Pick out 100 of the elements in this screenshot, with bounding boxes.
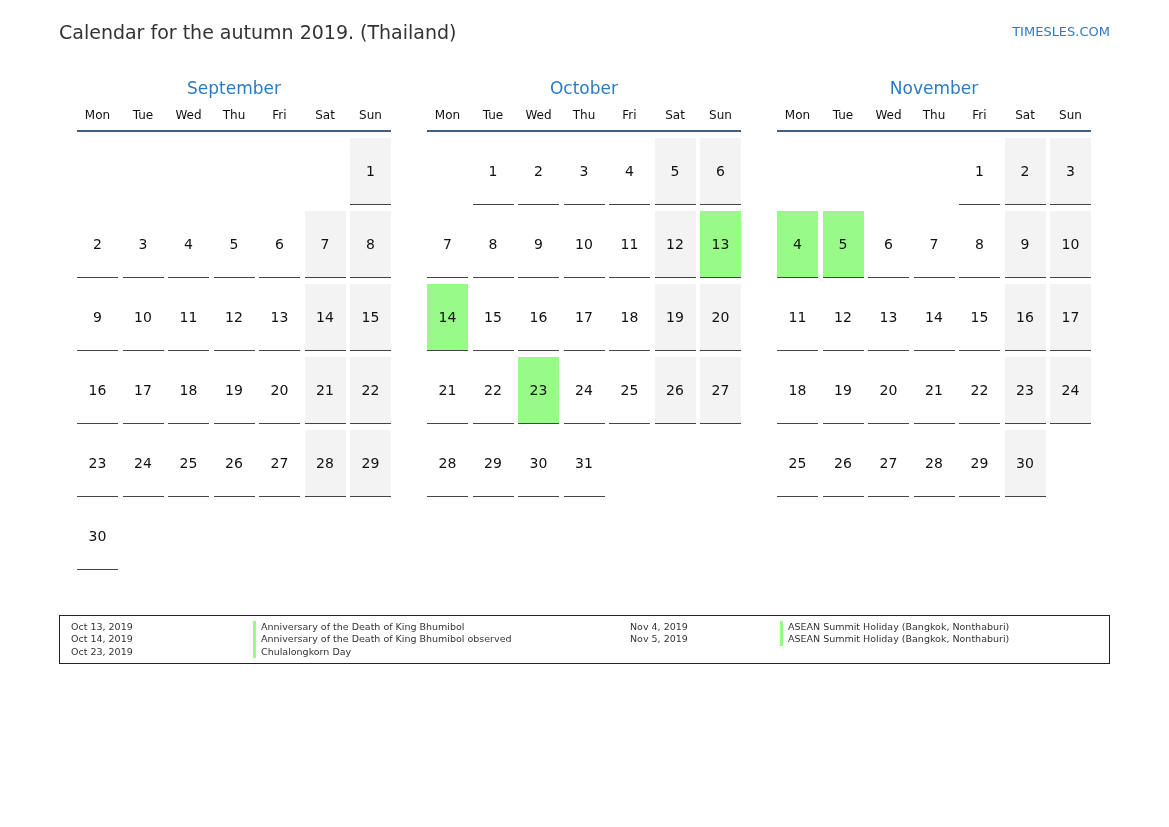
day-cell: 24 [563, 357, 605, 424]
day-cell: 13 [700, 211, 741, 278]
day-cell: 30 [77, 503, 118, 570]
day-cell: 28 [427, 430, 468, 497]
day-cell: 19 [822, 357, 864, 424]
day-cell: 7 [427, 211, 468, 278]
day-cell: 14 [913, 284, 955, 351]
day-cell: 2 [518, 138, 559, 205]
day-cell: 10 [563, 211, 605, 278]
day-cell: 29 [350, 430, 391, 497]
holiday-name: ASEAN Summit Holiday (Bangkok, Nonthaburi) [780, 621, 1099, 634]
day-cell: 27 [259, 430, 300, 497]
day-cell: 18 [609, 284, 650, 351]
day-cell: 4 [777, 211, 818, 278]
weekday-label: Sat [314, 108, 336, 122]
site-link[interactable]: TIMESLES.COM [1012, 24, 1110, 39]
day-cell: 23 [518, 357, 559, 424]
day-cell: 5 [822, 211, 864, 278]
day-cell: 6 [259, 211, 300, 278]
weekday-label: Fri [971, 108, 988, 122]
day-cell: 19 [213, 357, 255, 424]
holiday-name: Anniversary of the Death of King Bhumibol observed [253, 633, 630, 646]
holiday-date: Nov 4, 2019 [630, 621, 689, 634]
day-cell: 15 [350, 284, 391, 351]
day-cell: 19 [654, 284, 696, 351]
weekday-label: Wed [174, 108, 203, 122]
day-cell: 8 [350, 211, 391, 278]
day-cell: 7 [304, 211, 346, 278]
day-cell: 25 [168, 430, 209, 497]
day-cell: 25 [609, 357, 650, 424]
day-cell: 17 [563, 284, 605, 351]
day-cell: 20 [868, 357, 909, 424]
day-cell: 27 [700, 357, 741, 424]
weekday-label: Mon [783, 108, 812, 122]
month-name: November [888, 78, 980, 100]
day-cell: 6 [700, 138, 741, 205]
day-cell: 10 [1050, 211, 1091, 278]
weekday-label: Tue [831, 108, 855, 122]
day-cell: 29 [959, 430, 1000, 497]
day-cell: 23 [1004, 357, 1046, 424]
day-cell: 15 [472, 284, 514, 351]
day-cell: 9 [77, 284, 118, 351]
day-cell: 23 [77, 430, 118, 497]
day-cell: 12 [822, 284, 864, 351]
weekday-label: Sun [358, 108, 383, 122]
day-cell: 27 [868, 430, 909, 497]
weekday-label: Tue [481, 108, 505, 122]
holiday-date: Oct 23, 2019 [71, 645, 134, 659]
day-cell: 2 [1004, 138, 1046, 205]
day-cell: 5 [654, 138, 696, 205]
day-cell: 26 [822, 430, 864, 497]
weekday-label: Mon [83, 108, 112, 122]
day-cell: 7 [913, 211, 955, 278]
day-cell: 1 [959, 138, 1000, 205]
day-cell: 11 [609, 211, 650, 278]
day-cell: 4 [609, 138, 650, 205]
holiday-name: Chulalongkorn Day [253, 645, 630, 659]
weekday-label: Fri [271, 108, 288, 122]
day-cell: 11 [168, 284, 209, 351]
weekday-label: Sat [1014, 108, 1036, 122]
weekday-label: Thu [221, 108, 247, 122]
day-cell: 13 [259, 284, 300, 351]
weekday-label: Sat [664, 108, 686, 122]
day-cell: 20 [700, 284, 741, 351]
day-cell: 3 [122, 211, 164, 278]
day-cell: 6 [868, 211, 909, 278]
day-cell: 3 [1050, 138, 1091, 205]
day-cell: 21 [427, 357, 468, 424]
weekday-label: Sun [708, 108, 733, 122]
day-cell: 22 [350, 357, 391, 424]
holiday-date: Nov 5, 2019 [630, 633, 689, 646]
day-cell: 22 [472, 357, 514, 424]
day-cell: 21 [913, 357, 955, 424]
day-cell: 1 [350, 138, 391, 205]
day-cell: 2 [77, 211, 118, 278]
day-cell: 16 [1004, 284, 1046, 351]
holiday-name: Anniversary of the Death of King Bhumibol [253, 621, 630, 634]
weekday-label: Sun [1058, 108, 1083, 122]
day-cell: 29 [472, 430, 514, 497]
day-cell: 30 [518, 430, 559, 497]
day-cell: 4 [168, 211, 209, 278]
holiday-name: ASEAN Summit Holiday (Bangkok, Nonthaburi) [780, 633, 1099, 646]
day-cell: 13 [868, 284, 909, 351]
day-cell: 9 [1004, 211, 1046, 278]
day-cell: 3 [563, 138, 605, 205]
day-cell: 12 [213, 284, 255, 351]
day-cell: 21 [304, 357, 346, 424]
page-title: Calendar for the autumn 2019. (Thailand) [59, 21, 457, 43]
weekday-label: Thu [921, 108, 947, 122]
weekday-label: Fri [621, 108, 638, 122]
day-cell: 28 [304, 430, 346, 497]
holiday-date: Oct 13, 2019 [71, 621, 134, 634]
day-cell: 11 [777, 284, 818, 351]
month-name: October [548, 78, 619, 100]
day-cell: 26 [654, 357, 696, 424]
day-cell: 31 [563, 430, 605, 497]
day-cell: 28 [913, 430, 955, 497]
day-cell: 8 [472, 211, 514, 278]
day-cell: 25 [777, 430, 818, 497]
weekday-label: Mon [433, 108, 462, 122]
